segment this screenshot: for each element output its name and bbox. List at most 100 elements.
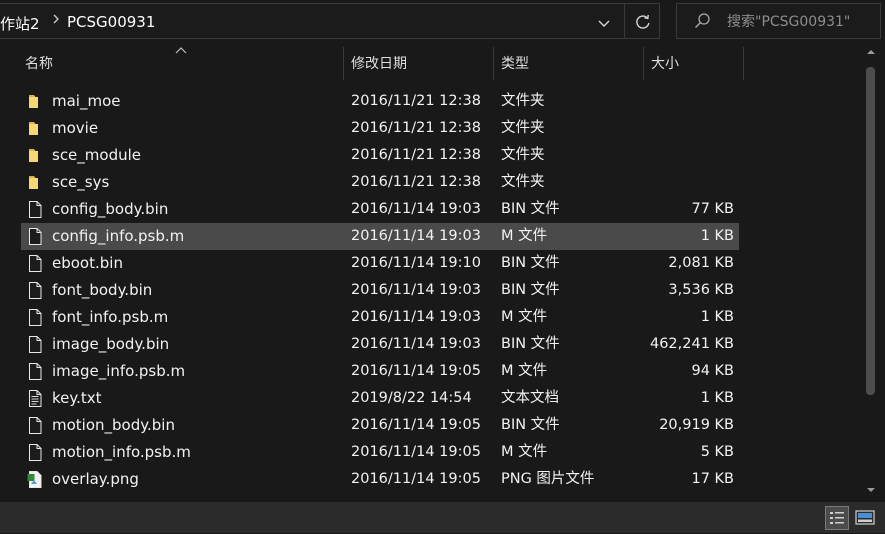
file-size: 94 KB xyxy=(691,363,734,379)
file-size: 5 KB xyxy=(700,444,734,460)
scrollbar-thumb[interactable] xyxy=(866,67,875,395)
file-size: 2,081 KB xyxy=(668,255,734,271)
file-icon xyxy=(26,362,44,381)
file-icon xyxy=(26,227,44,246)
search-box[interactable] xyxy=(676,3,881,40)
file-type: 文件夹 xyxy=(501,174,545,190)
file-name: movie xyxy=(52,119,99,137)
chevron-down-icon[interactable] xyxy=(593,12,615,34)
file-size: 77 KB xyxy=(691,201,734,217)
file-date: 2016/11/21 12:38 xyxy=(351,147,481,163)
file-date: 2016/11/14 19:05 xyxy=(351,363,481,379)
folder-icon xyxy=(26,119,44,138)
refresh-icon[interactable] xyxy=(633,12,653,32)
folder-icon xyxy=(26,146,44,165)
sort-ascending-icon xyxy=(175,47,187,54)
file-type: BIN 文件 xyxy=(501,201,560,217)
file-name: sce_module xyxy=(52,146,142,164)
breadcrumb-current[interactable]: PCSG00931 xyxy=(67,13,155,31)
breadcrumb-parent[interactable]: 作站2 xyxy=(0,13,40,34)
file-type: M 文件 xyxy=(501,444,548,460)
file-size: 3,536 KB xyxy=(668,282,734,298)
column-header-type[interactable]: 类型 xyxy=(501,45,529,81)
file-date: 2016/11/14 19:05 xyxy=(351,471,481,487)
details-view-icon xyxy=(830,512,844,524)
file-size: 20,919 KB xyxy=(659,417,734,433)
file-name: overlay.png xyxy=(52,470,139,488)
file-name: image_info.psb.m xyxy=(52,362,186,380)
file-row[interactable]: font_info.psb.m 2016/11/14 19:03 M 文件 1 KB xyxy=(21,304,739,331)
file-icon xyxy=(26,308,44,327)
file-name: key.txt xyxy=(52,389,102,407)
file-date: 2016/11/14 19:03 xyxy=(351,282,481,298)
file-date: 2016/11/14 19:03 xyxy=(351,336,481,352)
file-row[interactable]: mai_moe 2016/11/21 12:38 文件夹 xyxy=(21,88,739,115)
file-icon xyxy=(26,443,44,462)
file-row[interactable]: config_body.bin 2016/11/14 19:03 BIN 文件 77 … xyxy=(21,196,739,223)
file-size: 1 KB xyxy=(700,228,734,244)
file-type: BIN 文件 xyxy=(501,417,560,433)
column-divider[interactable] xyxy=(743,47,744,80)
column-header-date[interactable]: 修改日期 xyxy=(351,45,407,81)
image-file-icon xyxy=(26,470,44,489)
column-divider[interactable] xyxy=(643,47,644,80)
file-row[interactable]: config_info.psb.m 2016/11/14 19:03 M 文件 1 K… xyxy=(21,223,739,250)
file-date: 2016/11/14 19:03 xyxy=(351,228,481,244)
file-date: 2016/11/21 12:38 xyxy=(351,120,481,136)
file-size: 1 KB xyxy=(700,309,734,325)
file-name: mai_moe xyxy=(52,92,121,110)
file-row[interactable]: motion_body.bin 2016/11/14 19:05 BIN 文件 20,… xyxy=(21,412,739,439)
file-date: 2016/11/21 12:38 xyxy=(351,93,481,109)
column-header-size[interactable]: 大小 xyxy=(651,45,679,81)
file-type: 文本文档 xyxy=(501,390,559,406)
file-icon xyxy=(26,281,44,300)
file-type: 文件夹 xyxy=(501,93,545,109)
file-row[interactable]: sce_sys 2016/11/21 12:38 文件夹 xyxy=(21,169,739,196)
top-bar: 作站2 PCSG00931 xyxy=(0,0,885,42)
scroll-down-icon[interactable] xyxy=(866,486,876,494)
file-row[interactable]: font_body.bin 2016/11/14 19:03 BIN 文件 3,536… xyxy=(21,277,739,304)
file-date: 2016/11/14 19:05 xyxy=(351,444,481,460)
column-header-row: 名称 修改日期 类型 大小 xyxy=(0,45,862,81)
scroll-up-icon[interactable] xyxy=(866,48,876,56)
search-input[interactable] xyxy=(725,4,879,40)
file-type: M 文件 xyxy=(501,309,548,325)
file-type: BIN 文件 xyxy=(501,282,560,298)
file-type: 文件夹 xyxy=(501,120,545,136)
file-row[interactable]: sce_module 2016/11/21 12:38 文件夹 xyxy=(21,142,739,169)
column-header-name[interactable]: 名称 xyxy=(25,45,53,81)
file-date: 2016/11/14 19:03 xyxy=(351,201,481,217)
file-row[interactable]: overlay.png 2016/11/14 19:05 PNG 图片文件 17 KB xyxy=(21,466,739,493)
column-divider[interactable] xyxy=(343,47,344,80)
file-row[interactable]: key.txt 2019/8/22 14:54 文本文档 1 KB xyxy=(21,385,739,412)
file-name: motion_info.psb.m xyxy=(52,443,191,461)
file-name: motion_body.bin xyxy=(52,416,175,434)
file-row[interactable]: image_info.psb.m 2016/11/14 19:05 M 文件 94 K… xyxy=(21,358,739,385)
search-icon xyxy=(695,13,710,28)
file-name: image_body.bin xyxy=(52,335,170,353)
file-type: M 文件 xyxy=(501,363,548,379)
file-name: eboot.bin xyxy=(52,254,123,272)
file-icon xyxy=(26,254,44,273)
address-bar[interactable]: 作站2 PCSG00931 xyxy=(0,3,660,39)
file-name: config_info.psb.m xyxy=(52,227,185,245)
file-row[interactable]: movie 2016/11/21 12:38 文件夹 xyxy=(21,115,739,142)
details-view-button[interactable] xyxy=(825,506,849,530)
chevron-right-icon[interactable] xyxy=(50,11,62,27)
file-name: sce_sys xyxy=(52,173,110,191)
file-row[interactable]: eboot.bin 2016/11/14 19:10 BIN 文件 2,081 KB xyxy=(21,250,739,277)
status-bar xyxy=(0,502,885,533)
file-row[interactable]: image_body.bin 2016/11/14 19:03 BIN 文件 462,… xyxy=(21,331,739,358)
large-icons-view-button[interactable] xyxy=(853,506,877,530)
file-name: font_body.bin xyxy=(52,281,153,299)
file-date: 2016/11/14 19:03 xyxy=(351,309,481,325)
file-name: font_info.psb.m xyxy=(52,308,169,326)
file-icon xyxy=(26,200,44,219)
column-divider[interactable] xyxy=(493,47,494,80)
folder-icon xyxy=(26,173,44,192)
file-type: BIN 文件 xyxy=(501,336,560,352)
vertical-scrollbar[interactable] xyxy=(862,45,880,500)
file-row[interactable]: motion_info.psb.m 2016/11/14 19:05 M 文件 5 K… xyxy=(21,439,739,466)
file-icon xyxy=(26,416,44,435)
file-date: 2016/11/14 19:10 xyxy=(351,255,481,271)
